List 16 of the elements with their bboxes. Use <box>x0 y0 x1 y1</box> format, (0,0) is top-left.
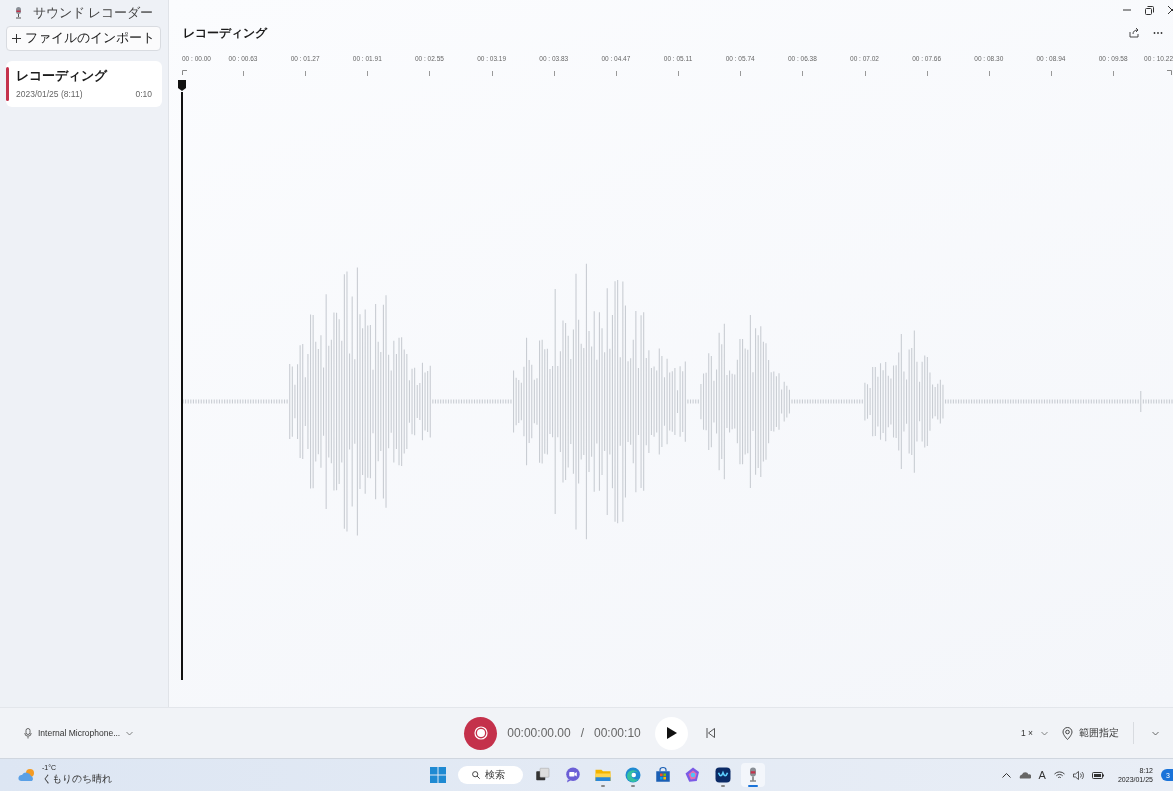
recording-title: レコーディング <box>16 68 109 85</box>
recording-duration: 0:10 <box>135 89 152 99</box>
weather-condition: くもりのち晴れ <box>42 772 112 786</box>
speed-dropdown[interactable]: 1 × <box>1020 728 1048 738</box>
search-button[interactable]: 検索 <box>458 766 523 784</box>
recording-item[interactable]: レコーディング 2023/01/25 (8:11) 0:10 <box>6 61 162 107</box>
recording-title: レコーディング <box>183 24 267 42</box>
window-title: サウンド レコーダー <box>33 4 154 22</box>
import-button[interactable]: ファイルのインポート <box>6 26 161 51</box>
recording-date: 2023/01/25 (8:11) <box>16 89 83 99</box>
input-method-indicator[interactable]: A <box>1038 769 1046 781</box>
time-separator: / <box>580 726 584 740</box>
elapsed-time: 00:00:00.00 <box>507 726 571 740</box>
total-time: 00:00:10 <box>594 726 641 740</box>
microphone-dropdown[interactable]: Internal Microphone... <box>24 727 134 739</box>
mark-button[interactable]: 範囲指定 <box>1062 726 1119 740</box>
